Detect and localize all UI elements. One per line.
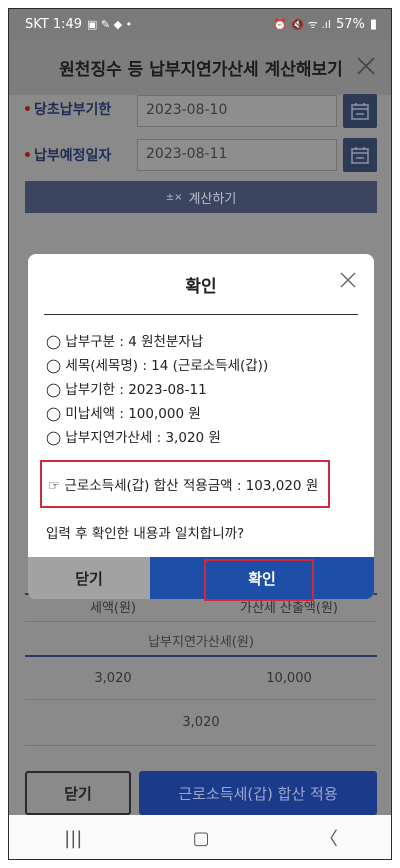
carrier-time: SKT 1:49: [25, 16, 83, 32]
page-title: 원천징수 등 납부지연가산세 계산해보기: [59, 59, 343, 80]
battery-level: 57%: [335, 16, 365, 32]
penalty-amount-value: 10,000: [266, 671, 312, 686]
table-divider: [25, 655, 377, 657]
due-date-item: ◯ 납부기한 : 2023-08-11: [46, 382, 207, 398]
close-button[interactable]: 닫기: [25, 771, 131, 815]
due-date-row: • 당초납부기한: [23, 99, 135, 119]
pay-date-label: 납부예정일자: [33, 148, 112, 164]
app-header: 원천징수 등 납부지연가산세 계산해보기: [9, 39, 391, 95]
dialog-title: 확인: [185, 277, 217, 297]
due-date-input[interactable]: 2023-08-10: [137, 95, 337, 127]
unpaid-tax-item: ◯ 미납세액 : 100,000 원: [46, 406, 201, 422]
calculator-icon: ±×: [165, 191, 183, 203]
table-divider: [25, 621, 377, 622]
calendar-button-2[interactable]: [343, 138, 377, 172]
system-nav-bar: ||| ▢ 〈: [9, 815, 391, 859]
confirm-dialog: 확인 ◯ 납부구분 : 4 원천분자납 ◯ 세목(세목명) : 14 (근로소득…: [28, 254, 374, 599]
tax-value: 3,020: [94, 671, 132, 686]
payment-type-item: ◯ 납부구분 : 4 원천분자납: [46, 334, 204, 350]
apply-combined-button[interactable]: 근로소득세(갑) 합산 적용: [139, 771, 377, 815]
required-mark: •: [23, 148, 32, 164]
dialog-divider: [44, 314, 358, 315]
battery-icon: ▮: [369, 16, 377, 32]
notification-icons: ▣ ✎ ◆ •: [87, 17, 133, 31]
required-mark: •: [23, 102, 32, 118]
confirm-question: 입력 후 확인한 내용과 일치합니까?: [46, 526, 245, 542]
recent-apps-icon[interactable]: |||: [64, 828, 82, 849]
pay-date-row: • 납부예정일자: [23, 145, 135, 165]
calendar-icon: [351, 103, 369, 120]
dialog-close-icon[interactable]: [338, 270, 358, 290]
calculate-label: 계산하기: [188, 191, 237, 207]
dialog-close-button[interactable]: 닫기: [28, 557, 150, 599]
dialog-detail-list: ◯ 납부구분 : 4 원천분자납 ◯ 세목(세목명) : 14 (근로소득세(갑…: [46, 330, 268, 450]
signal-icons: ⏰ 🔇 ᯤ .ıl: [273, 17, 331, 31]
calculate-button[interactable]: ±× 계산하기: [25, 181, 377, 213]
tax-header: 세액(원): [89, 601, 137, 616]
calendar-icon: [351, 147, 369, 164]
combined-amount-highlight: ☞ 근로소득세(갑) 합산 적용금액 : 103,020 원: [40, 460, 330, 508]
table-divider: [25, 699, 377, 700]
due-date-label: 당초납부기한: [33, 102, 112, 118]
phone-screen: SKT 1:49 ▣ ✎ ◆ • ⏰ 🔇 ᯤ .ıl 57% ▮ 원천징수 등 …: [8, 8, 392, 860]
status-bar: SKT 1:49 ▣ ✎ ◆ • ⏰ 🔇 ᯤ .ıl 57% ▮: [9, 9, 391, 39]
late-penalty-header: 납부지연가산세(원): [148, 635, 254, 650]
pay-date-input[interactable]: 2023-08-11: [137, 139, 337, 171]
close-icon[interactable]: [355, 55, 377, 77]
back-icon[interactable]: 〈: [320, 825, 338, 851]
late-penalty-item: ◯ 납부지연가산세 : 3,020 원: [46, 430, 221, 446]
table-divider: [25, 745, 377, 746]
total-penalty-value: 3,020: [182, 715, 220, 730]
ok-button-highlight: [204, 559, 314, 601]
bottom-action-bar: 닫기 근로소득세(갑) 합산 적용: [9, 771, 391, 817]
calendar-button-1[interactable]: [343, 94, 377, 128]
home-icon[interactable]: ▢: [193, 828, 210, 849]
tax-item-name: ◯ 세목(세목명) : 14 (근로소득세(갑)): [46, 358, 269, 374]
